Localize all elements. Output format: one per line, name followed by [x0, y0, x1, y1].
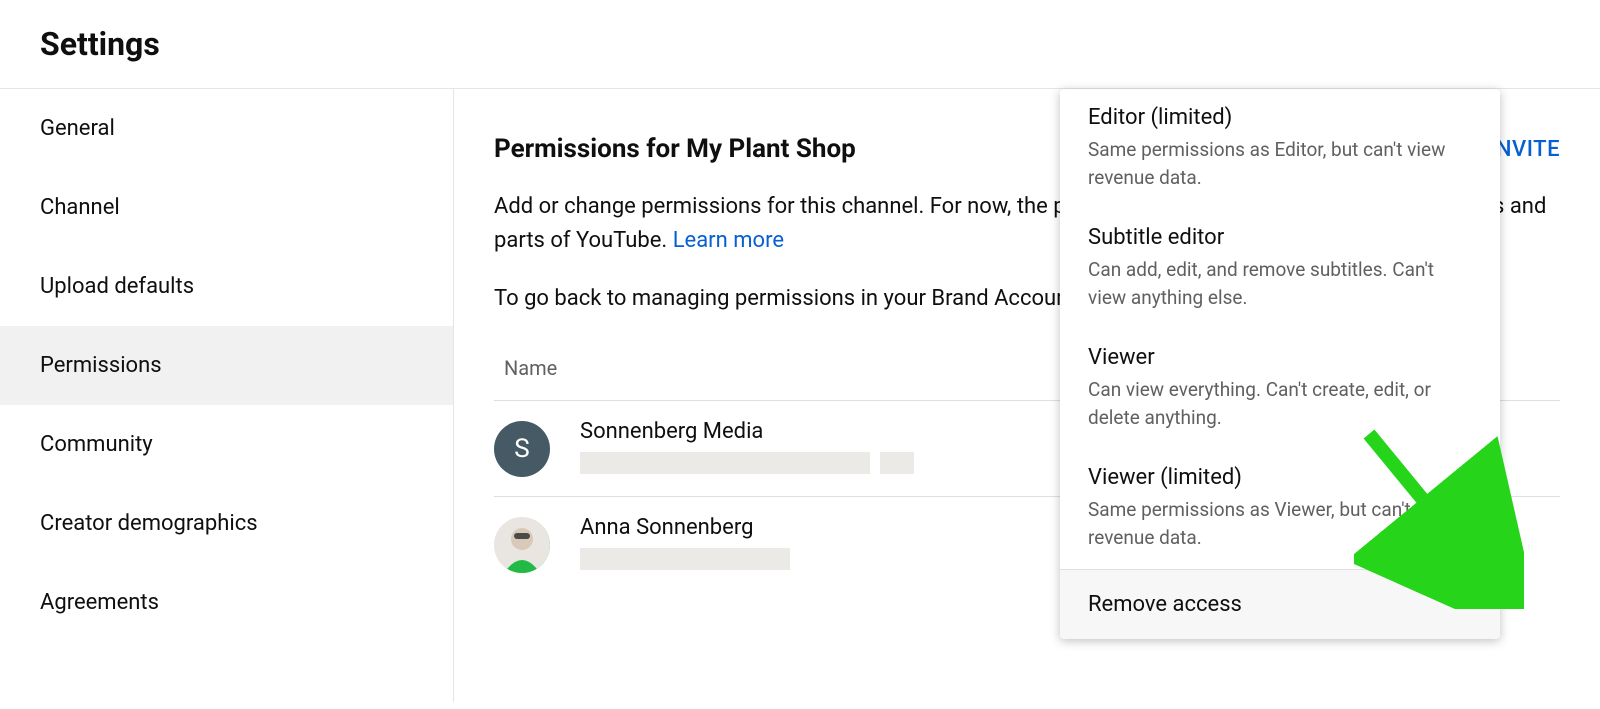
role-popover: Editor (limited) Same permissions as Edi… [1060, 89, 1500, 639]
redacted-email [580, 452, 870, 474]
permissions-panel: INVITE Permissions for My Plant Shop Add… [454, 89, 1600, 702]
avatar: S [494, 421, 550, 477]
sidebar-item-creator-demographics[interactable]: Creator demographics [0, 484, 453, 563]
settings-sidebar: General Channel Upload defaults Permissi… [0, 89, 454, 702]
role-option-viewer[interactable]: Viewer Can view everything. Can't create… [1060, 329, 1500, 449]
redacted-email [880, 452, 914, 474]
sidebar-item-agreements[interactable]: Agreements [0, 563, 453, 642]
redacted-email [580, 548, 790, 570]
sidebar-item-general[interactable]: General [0, 89, 453, 168]
learn-more-link[interactable]: Learn more [673, 228, 784, 253]
remove-access-option[interactable]: Remove access [1060, 570, 1500, 639]
sidebar-item-permissions[interactable]: Permissions [0, 326, 453, 405]
role-option-editor-limited[interactable]: Editor (limited) Same permissions as Edi… [1060, 89, 1500, 209]
role-option-viewer-limited[interactable]: Viewer (limited) Same permissions as Vie… [1060, 449, 1500, 569]
page-title: Settings [40, 25, 1560, 63]
sidebar-item-upload-defaults[interactable]: Upload defaults [0, 247, 453, 326]
settings-header: Settings [0, 0, 1600, 89]
role-option-subtitle-editor[interactable]: Subtitle editor Can add, edit, and remov… [1060, 209, 1500, 329]
name-column-header: Name [494, 356, 557, 380]
avatar [494, 517, 550, 573]
sidebar-item-community[interactable]: Community [0, 405, 453, 484]
sidebar-item-channel[interactable]: Channel [0, 168, 453, 247]
